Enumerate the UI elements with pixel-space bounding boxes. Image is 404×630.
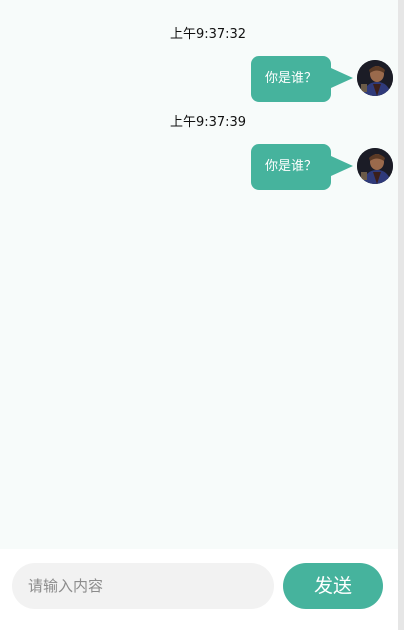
user-avatar[interactable] <box>357 148 393 184</box>
avatar-photo-icon <box>357 148 393 184</box>
avatar-photo-icon <box>357 60 393 96</box>
vertical-scrollbar[interactable] <box>398 0 404 630</box>
message-bubble: 你是谁？ <box>250 144 331 190</box>
user-avatar[interactable] <box>357 60 393 96</box>
send-button[interactable]: 发送 <box>283 563 383 609</box>
bubble-tail <box>331 68 353 88</box>
message-composer: 发送 <box>0 549 398 630</box>
message-timestamp: 上午9:37:32 <box>169 27 247 42</box>
message-bubble: 你是谁？ <box>250 56 331 102</box>
message-timestamp: 上午9:37:39 <box>169 115 247 130</box>
message-row: 你是谁？ <box>0 144 398 190</box>
bubble-tail <box>331 156 353 176</box>
message-input[interactable] <box>12 563 274 609</box>
chat-app: 上午9:37:32 你是谁？ 上午9:37:39 你是谁？ 请输入内容 发送 <box>0 0 404 630</box>
message-row: 你是谁？ <box>0 56 398 102</box>
message-list[interactable]: 上午9:37:32 你是谁？ 上午9:37:39 你是谁？ <box>0 0 398 549</box>
